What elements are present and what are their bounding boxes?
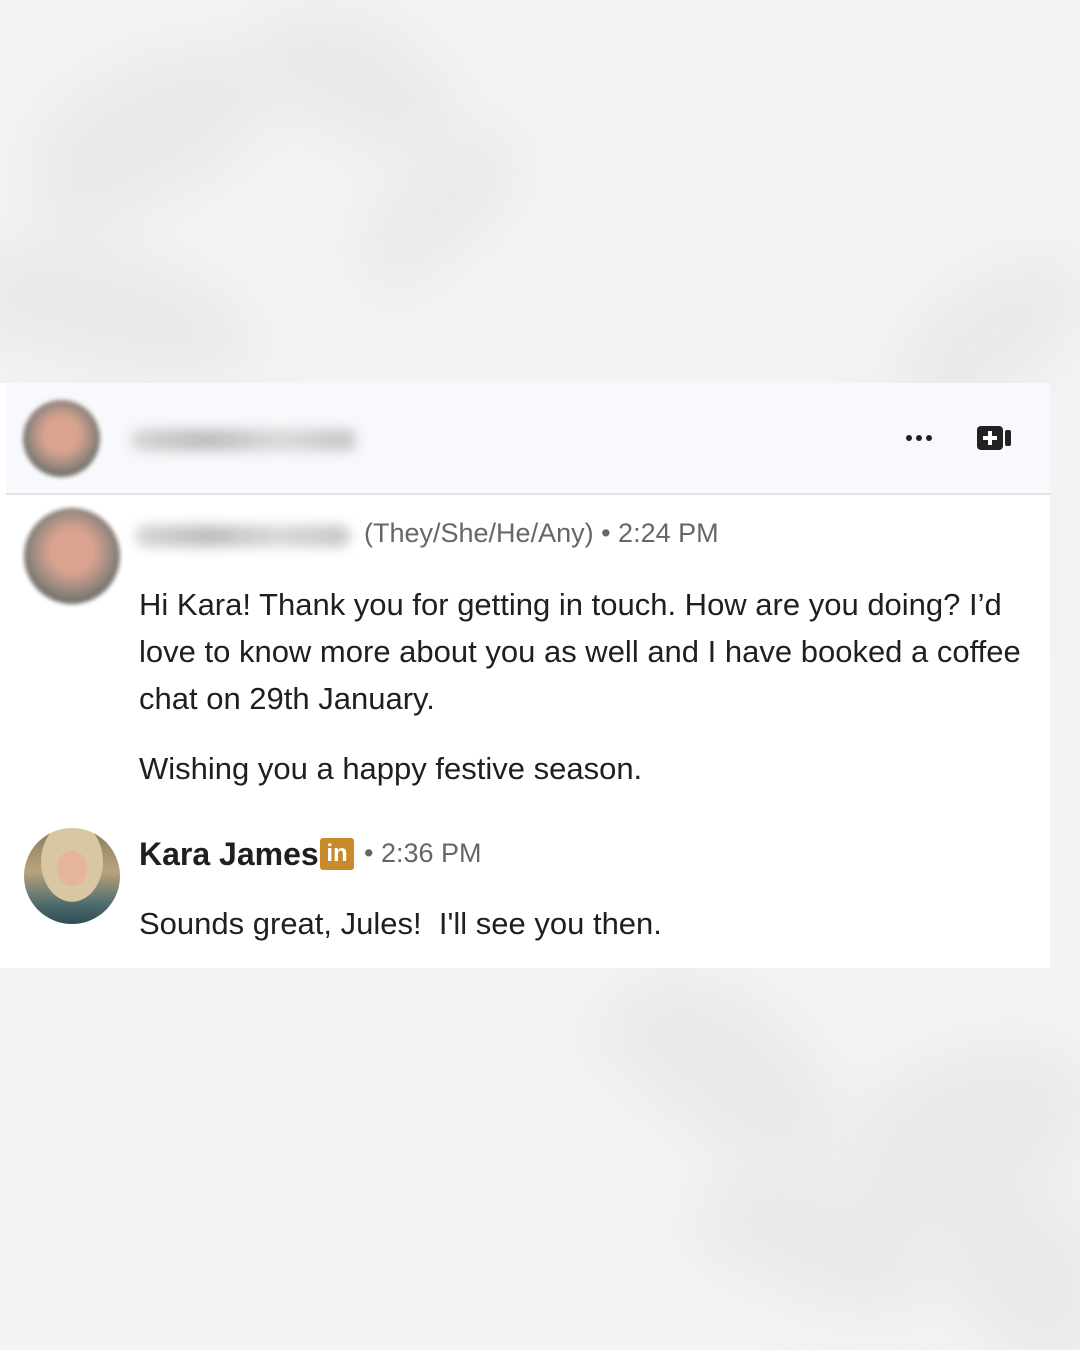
video-call-button[interactable] — [974, 421, 1014, 455]
sender-name[interactable]: Kara James — [139, 836, 319, 873]
message-text: Wishing you a happy festive season. — [139, 751, 643, 786]
message-time: • 2:36 PM — [364, 838, 482, 868]
contact-name-redacted[interactable] — [131, 429, 356, 451]
more-horizontal-icon — [906, 435, 912, 441]
conversation-header — [6, 383, 1050, 495]
video-call-icon — [977, 426, 1011, 450]
sender-avatar[interactable] — [24, 508, 120, 604]
message-text: Sounds great, Jules! I'll see you then. — [139, 906, 662, 941]
linkedin-badge-icon: in — [320, 838, 354, 870]
sender-avatar[interactable] — [24, 828, 120, 924]
sender-name-redacted[interactable] — [135, 525, 350, 547]
contact-avatar[interactable] — [23, 400, 100, 477]
more-options-button[interactable] — [899, 423, 939, 453]
message-thread-card: (They/She/He/Any) • 2:24 PM Hi Kara! Tha… — [0, 383, 1050, 968]
message-meta: (They/She/He/Any) • 2:24 PM — [364, 518, 719, 548]
message-text: Hi Kara! Thank you for getting in touch.… — [139, 587, 1021, 716]
